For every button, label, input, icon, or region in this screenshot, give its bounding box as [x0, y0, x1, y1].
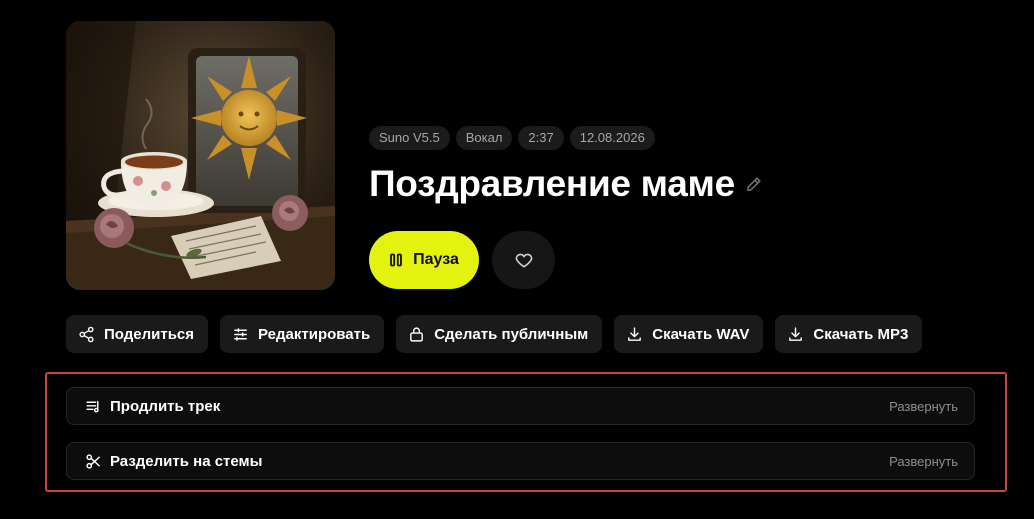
cover-art: [66, 21, 335, 290]
lock-icon: [408, 326, 425, 343]
sliders-icon: [232, 326, 249, 343]
download-mp3-button[interactable]: Скачать MP3: [775, 315, 923, 353]
split-stems-expand[interactable]: Развернуть: [889, 454, 958, 469]
heart-icon: [514, 250, 534, 270]
like-button[interactable]: [492, 231, 555, 289]
pause-button[interactable]: Пауза: [369, 231, 479, 289]
pause-icon: [389, 253, 403, 267]
share-label: Поделиться: [104, 325, 195, 343]
pencil-icon[interactable]: [745, 175, 763, 193]
music-list-icon: [85, 398, 102, 415]
extend-track-panel[interactable]: Продлить трек Развернуть: [66, 387, 975, 425]
title-row: Поздравление маме: [369, 163, 763, 205]
download-icon: [787, 326, 804, 343]
duration-chip: 2:37: [518, 126, 564, 150]
download-wav-label: Скачать WAV: [652, 325, 750, 343]
type-chip: Вокал: [455, 126, 513, 150]
edit-button[interactable]: Редактировать: [220, 315, 385, 353]
download-wav-button[interactable]: Скачать WAV: [614, 315, 764, 353]
download-mp3-label: Скачать MP3: [813, 325, 909, 343]
date-chip: 12.08.2026: [569, 126, 655, 150]
download-icon: [626, 326, 643, 343]
share-icon: [78, 326, 95, 343]
extend-track-label: Продлить трек: [110, 397, 221, 415]
track-meta: Suno V5.5 Вокал 2:37 12.08.2026: [369, 126, 655, 150]
split-stems-panel[interactable]: Разделить на стемы Развернуть: [66, 442, 975, 480]
edit-label: Редактировать: [258, 325, 371, 343]
track-title: Поздравление маме: [369, 163, 735, 204]
make-public-label: Сделать публичным: [434, 325, 589, 343]
model-chip: Suno V5.5: [369, 126, 450, 150]
share-button[interactable]: Поделиться: [66, 315, 209, 353]
scissors-icon: [85, 453, 102, 470]
split-stems-label: Разделить на стемы: [110, 452, 263, 470]
extend-track-expand[interactable]: Развернуть: [889, 399, 958, 414]
pause-label: Пауза: [413, 251, 459, 268]
make-public-button[interactable]: Сделать публичным: [396, 315, 603, 353]
action-bar: Поделиться Редактировать Сделать публичн…: [66, 315, 923, 353]
